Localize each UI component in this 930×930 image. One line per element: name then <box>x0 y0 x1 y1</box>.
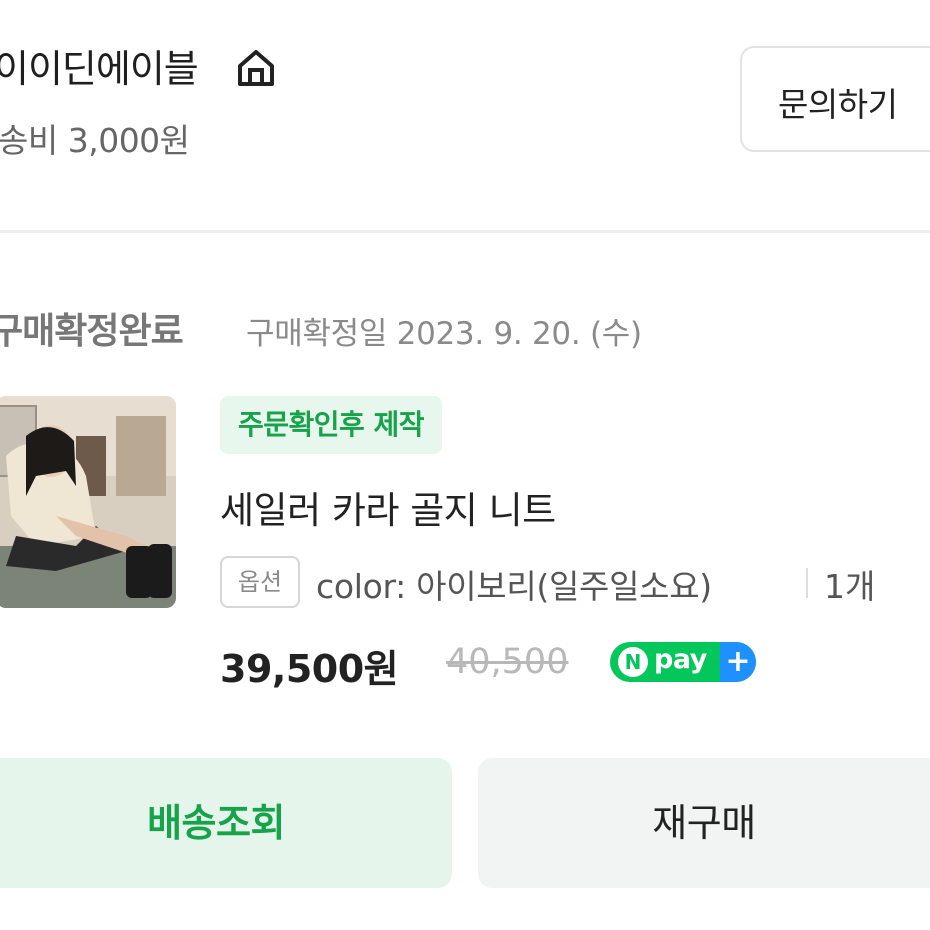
rebuy-button[interactable]: 재구매 <box>478 758 930 888</box>
option-tag: 옵션 <box>220 556 300 608</box>
plus-icon: + <box>720 642 756 682</box>
track-delivery-button[interactable]: 배송조회 <box>0 758 452 888</box>
home-icon[interactable] <box>232 44 280 92</box>
option-separator <box>806 568 808 598</box>
npay-plus-badge: N pay + <box>610 642 756 682</box>
store-name[interactable]: 이이딘에이블 <box>0 38 199 93</box>
shipping-fee: 송비 3,000원 <box>0 121 190 160</box>
made-to-order-badge: 주문확인후 제작 <box>220 396 443 454</box>
section-divider <box>0 230 930 233</box>
quantity: 1개 <box>824 567 876 606</box>
original-price: 40,500 <box>446 642 569 682</box>
product-thumbnail[interactable] <box>0 396 176 608</box>
purchase-confirm-date: 구매확정일 2023. 9. 20. (수) <box>246 316 642 352</box>
inquiry-button[interactable]: 문의하기 <box>740 46 930 152</box>
option-value: color: 아이보리(일주일소요) <box>316 567 712 606</box>
npay-n-icon: N <box>618 647 648 677</box>
sale-price: 39,500원 <box>220 647 399 691</box>
npay-text: pay <box>654 644 707 675</box>
product-name[interactable]: 세일러 카라 골지 니트 <box>220 480 556 534</box>
order-status: 구매확정완료 <box>0 311 184 352</box>
